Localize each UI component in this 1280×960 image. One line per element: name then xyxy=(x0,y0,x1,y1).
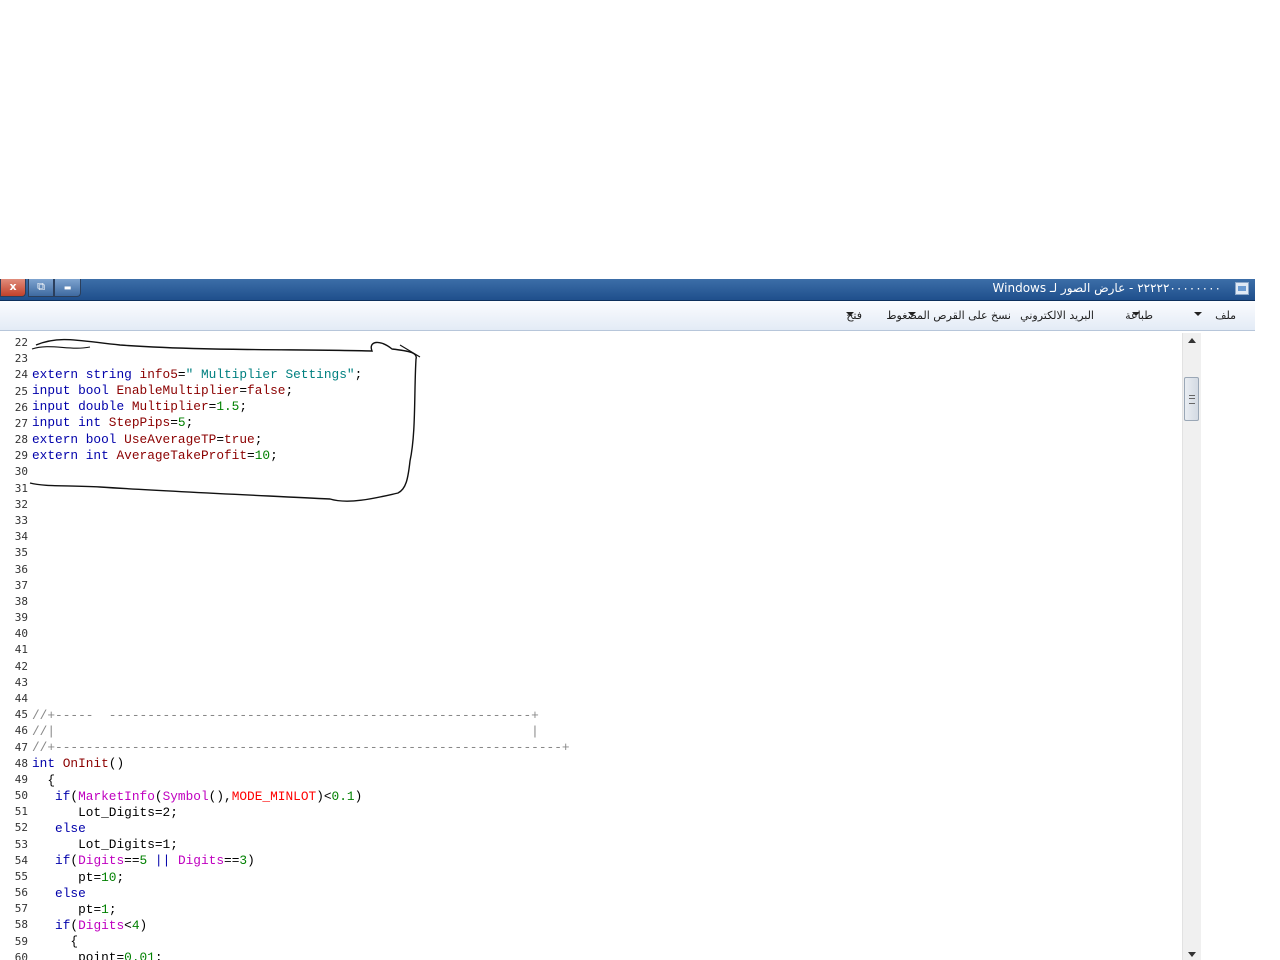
scroll-up-icon[interactable] xyxy=(1188,338,1196,343)
code-line-52: else xyxy=(55,821,86,836)
dropdown-arrow-icon[interactable] xyxy=(908,312,916,316)
code-line-51: Lot_Digits=2; xyxy=(32,805,178,820)
dropdown-arrow-icon[interactable] xyxy=(1132,312,1140,316)
menu-file[interactable]: ملف xyxy=(1215,309,1236,322)
grip-icon xyxy=(1189,395,1195,404)
minimize-button[interactable]: ▬ xyxy=(54,279,81,297)
code-line-45: //+----- -------------------------------… xyxy=(32,708,539,723)
code-line-47: //+-------------------------------------… xyxy=(32,740,570,755)
code-line-59: { xyxy=(32,934,79,949)
line-number: 37 xyxy=(14,578,28,592)
line-number: 50 xyxy=(14,789,28,803)
code-line-60: point=0.01; xyxy=(78,950,163,960)
menu-bar: ملف طباعة البريد الالكتروني نسخ على القر… xyxy=(0,301,1255,331)
line-number: 36 xyxy=(14,562,28,576)
scroll-thumb[interactable] xyxy=(1184,377,1199,421)
code-line-50: if(MarketInfo(Symbol(),MODE_MINLOT)<0.1) xyxy=(55,789,363,804)
line-number: 44 xyxy=(14,691,28,705)
line-number: 38 xyxy=(14,594,28,608)
close-button[interactable]: x xyxy=(0,279,26,297)
line-number: 58 xyxy=(14,918,28,932)
line-number: 47 xyxy=(14,740,28,754)
code-line-46: //| | xyxy=(32,724,539,739)
code-line-48: int OnInit() xyxy=(32,756,125,771)
code-line-54: if(Digits==5 || Digits==3) xyxy=(55,853,255,868)
dropdown-arrow-icon[interactable] xyxy=(846,312,854,316)
menu-email[interactable]: البريد الالكتروني xyxy=(1020,309,1094,322)
line-number: 43 xyxy=(14,675,28,689)
line-number: 51 xyxy=(14,805,28,819)
maximize-button[interactable]: ⧉ xyxy=(28,279,54,297)
line-number: 59 xyxy=(14,934,28,948)
line-number: 48 xyxy=(14,756,28,770)
line-number: 60 xyxy=(14,950,28,960)
line-number: 57 xyxy=(14,902,28,916)
line-number: 52 xyxy=(14,821,28,835)
code-line-49: { xyxy=(32,773,56,788)
line-number: 55 xyxy=(14,869,28,883)
line-number: 35 xyxy=(14,546,28,560)
code-line-55: pt=10; xyxy=(78,870,125,885)
minimize-icon: ▬ xyxy=(63,283,72,292)
line-number: 53 xyxy=(14,837,28,851)
line-number: 56 xyxy=(14,886,28,900)
dropdown-arrow-icon[interactable] xyxy=(1194,312,1202,316)
code-line-56: else xyxy=(55,886,86,901)
line-number: 39 xyxy=(14,611,28,625)
image-viewer-canvas: 22 23 24 25 26 27 28 29 30 31 32 33 34 35 36 37 38 39 40 41… xyxy=(0,333,1185,960)
code-line-58: if(Digits<4) xyxy=(55,918,148,933)
menu-burn[interactable]: نسخ على القرص المضغوط xyxy=(886,309,1011,322)
scroll-down-icon[interactable] xyxy=(1188,952,1196,957)
window-title-bar[interactable]: x ⧉ ▬ ٢٢٢٢٢٠٠٠٠٠٠٠٠ - عارض الصور لـ Wind… xyxy=(0,279,1255,301)
line-number: 46 xyxy=(14,724,28,738)
vertical-scrollbar[interactable] xyxy=(1182,333,1201,960)
code-line-53: Lot_Digits=1; xyxy=(32,837,178,852)
close-icon: x xyxy=(9,280,17,293)
code-line-57: pt=1; xyxy=(78,902,117,917)
line-number: 42 xyxy=(14,659,28,673)
line-number: 41 xyxy=(14,643,28,657)
line-number: 40 xyxy=(14,627,28,641)
window-title: ٢٢٢٢٢٠٠٠٠٠٠٠٠ - عارض الصور لـ Windows xyxy=(992,281,1221,295)
hand-drawn-annotation xyxy=(29,338,421,502)
line-number: 54 xyxy=(14,853,28,867)
app-icon xyxy=(1235,282,1249,295)
maximize-icon: ⧉ xyxy=(37,280,45,293)
line-number: 45 xyxy=(14,708,28,722)
line-number: 49 xyxy=(14,772,28,786)
